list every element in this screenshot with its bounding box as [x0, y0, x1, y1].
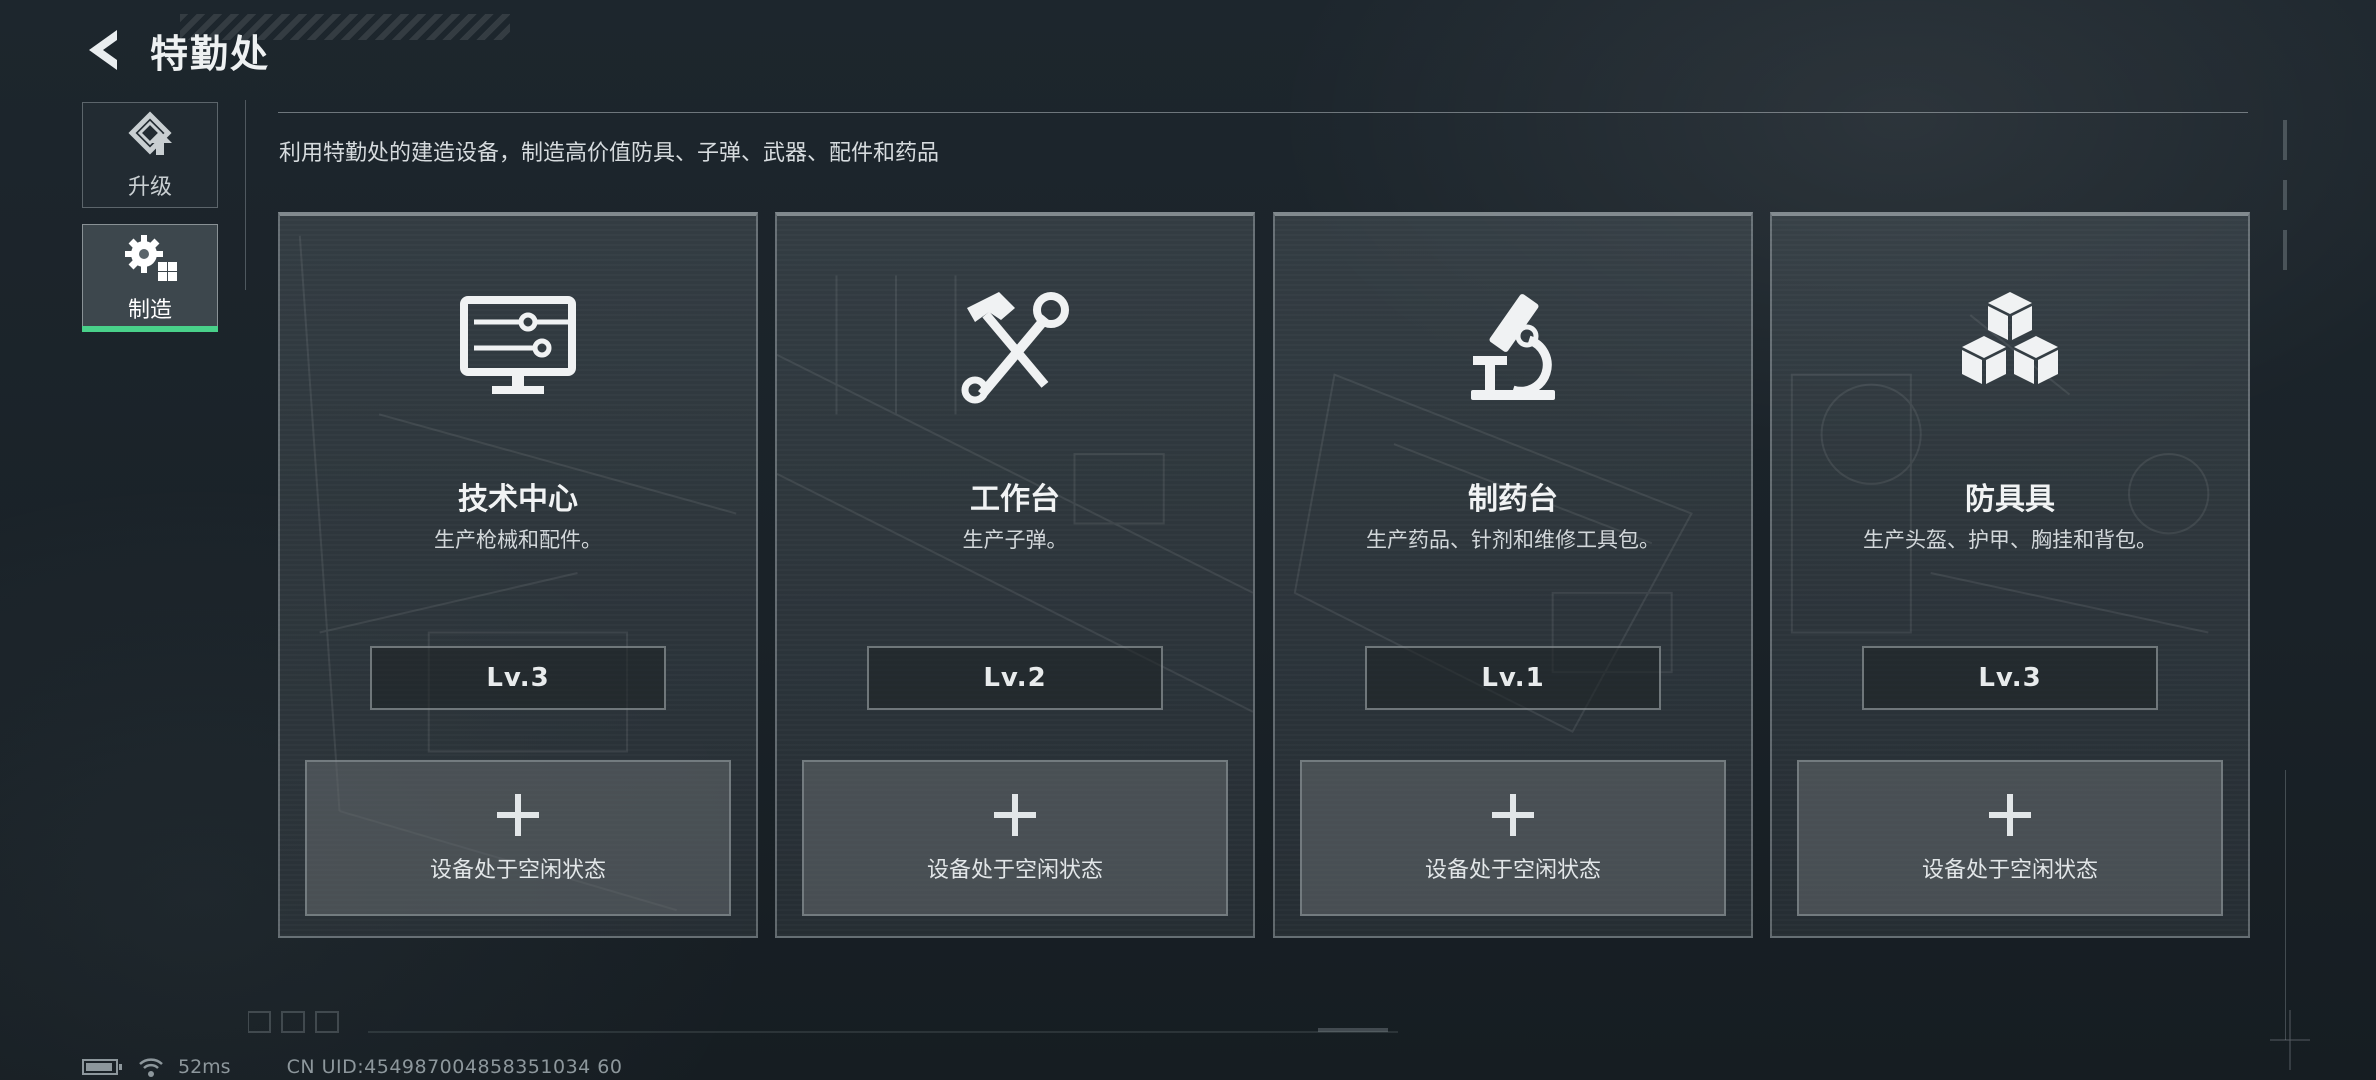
tab-upgrade-label: 升级 [127, 175, 172, 200]
back-arrow-icon [89, 30, 117, 70]
tab-craft[interactable]: 制造 [82, 224, 218, 332]
corner-decoration [2270, 1010, 2310, 1070]
side-decoration [2283, 120, 2287, 270]
slot-status: 设备处于空闲状态 [1921, 858, 2098, 883]
station-description: 生产枪械和配件。 [434, 528, 602, 552]
production-slot-button[interactable]: 设备处于空闲状态 [802, 760, 1228, 916]
production-slot-button[interactable]: 设备处于空闲状态 [305, 760, 731, 916]
station-description: 生产药品、针剂和维修工具包。 [1366, 528, 1660, 552]
production-slot-button[interactable]: 设备处于空闲状态 [1300, 760, 1726, 916]
page-title: 特勤处 [150, 31, 271, 76]
station-name: 技术中心 [458, 482, 578, 517]
monitor-circuit-icon [460, 296, 576, 394]
plus-icon [994, 794, 1036, 836]
production-slot-button[interactable]: 设备处于空闲状态 [1797, 760, 2223, 916]
plus-icon [1989, 794, 2031, 836]
slot-status: 设备处于空闲状态 [926, 858, 1103, 883]
station-card-tech-center[interactable]: 技术中心 生产枪械和配件。 Lv.3 设备处于空闲状态 [278, 212, 758, 938]
station-card-pharmacy[interactable]: 制药台 生产药品、针剂和维修工具包。 Lv.1 设备处于空闲状态 [1273, 212, 1753, 938]
bottom-decoration [248, 1011, 1398, 1033]
station-card-workbench[interactable]: 工作台 生产子弹。 Lv.2 设备处于空闲状态 [775, 212, 1255, 938]
wifi-icon [139, 1058, 163, 1077]
station-name: 防具具 [1965, 482, 2055, 517]
divider [245, 100, 246, 290]
tab-craft-label: 制造 [127, 298, 172, 323]
divider [278, 112, 2248, 113]
battery-icon [82, 1059, 122, 1075]
page-description: 利用特勤处的建造设备，制造高价值防具、子弹、武器、配件和药品 [279, 141, 940, 166]
upgrade-icon [128, 111, 172, 155]
status-bar: 52ms CN UID:454987004858351034 60 [82, 1055, 622, 1079]
slot-status: 设备处于空闲状态 [429, 858, 606, 883]
gear-grid-icon [125, 235, 177, 281]
station-level: Lv.3 [370, 646, 666, 710]
station-level: Lv.1 [1365, 646, 1661, 710]
station-name: 工作台 [970, 482, 1060, 517]
station-description: 生产子弹。 [962, 528, 1068, 552]
station-name: 制药台 [1468, 482, 1558, 517]
microscope-icon [1471, 294, 1555, 400]
cubes-icon [1962, 292, 2058, 384]
divider [2285, 770, 2286, 1040]
slot-status: 设备处于空闲状态 [1424, 858, 1601, 883]
station-level: Lv.3 [1862, 646, 2158, 710]
station-card-armor[interactable]: 防具具 生产头盔、护甲、胸挂和背包。 Lv.3 设备处于空闲状态 [1770, 212, 2250, 938]
plus-icon [1492, 794, 1534, 836]
station-level: Lv.2 [867, 646, 1163, 710]
tab-active-indicator [82, 326, 218, 332]
user-uid: CN UID:454987004858351034 60 [286, 1056, 623, 1078]
back-button[interactable] [80, 27, 126, 73]
header: 特勤处 [80, 22, 270, 78]
plus-icon [497, 794, 539, 836]
hammer-wrench-icon [961, 292, 1069, 404]
tab-upgrade[interactable]: 升级 [82, 102, 218, 208]
ping-value: 52ms [178, 1056, 231, 1078]
station-description: 生产头盔、护甲、胸挂和背包。 [1863, 528, 2157, 552]
